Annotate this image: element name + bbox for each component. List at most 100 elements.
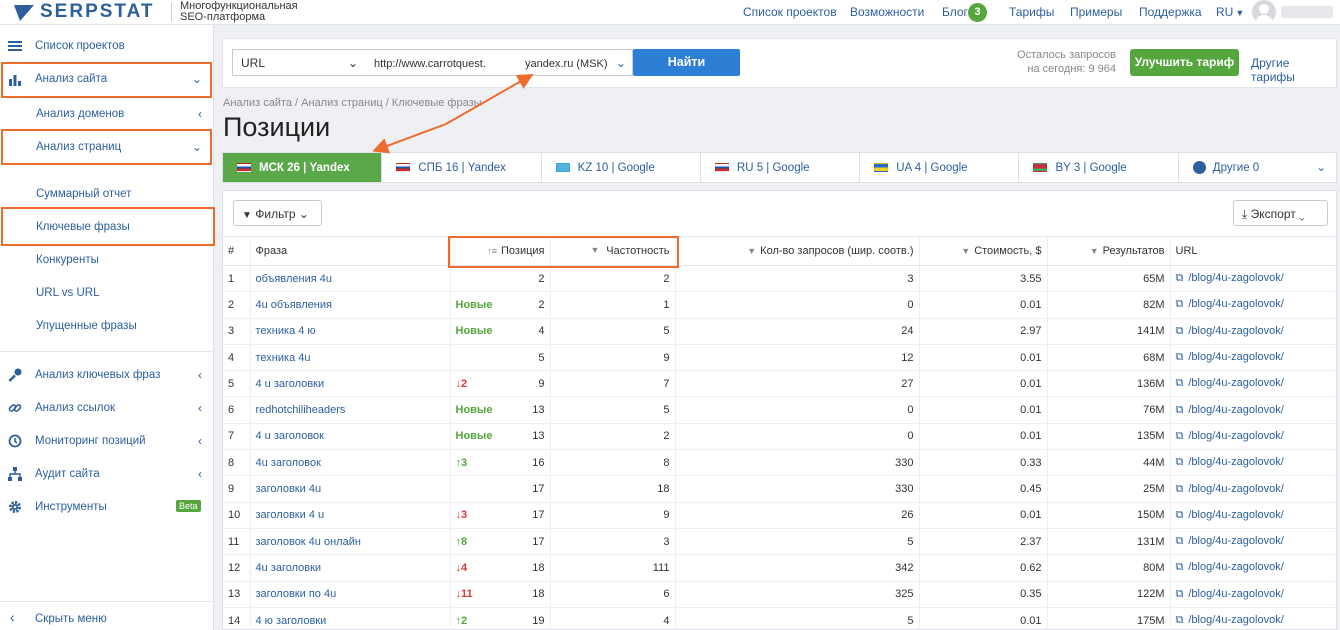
find-button[interactable]: Найти [633, 49, 740, 76]
position-change: Новые [455, 430, 493, 443]
url-link[interactable]: ⧉ /blog/4u-zagolovok/ [1170, 554, 1336, 582]
tab-ru-google[interactable]: RU 5 | Google [701, 153, 861, 182]
phrase-link[interactable]: 4 ю заголовки [250, 607, 451, 630]
url-link[interactable]: ⧉ /blog/4u-zagolovok/ [1170, 607, 1336, 630]
language-select[interactable]: RU ▼ [1216, 5, 1244, 19]
row-number: 9 [223, 475, 251, 503]
beta-badge: Beta [176, 500, 201, 512]
other-plans-link[interactable]: Другие тарифы [1251, 56, 1336, 84]
chevron-down-icon: ▼ [1235, 8, 1245, 18]
sidebar-item-rank-tracker[interactable]: Мониторинг позиций ‹ [0, 424, 214, 457]
phrase-link[interactable]: заголовки по 4u [250, 581, 451, 608]
col-results[interactable]: ▼ Результатов [1047, 236, 1171, 266]
nav-features[interactable]: Возможности [850, 5, 924, 19]
sidebar-item-keyword-research[interactable]: Анализ ключевых фраз ‹ [0, 358, 214, 391]
gear-icon [8, 500, 22, 514]
tab-label: Другие 0 [1212, 161, 1260, 174]
tab-spb-yandex[interactable]: СПБ 16 | Yandex [382, 153, 542, 182]
tab-other[interactable]: Другие 0 ⌄ [1179, 153, 1336, 182]
username-placeholder[interactable] [1281, 6, 1333, 18]
avatar[interactable] [1252, 0, 1276, 24]
nav-blog[interactable]: Блог [942, 5, 968, 19]
row-number: 5 [223, 370, 251, 398]
phrase-link[interactable]: заголовки 4 u [250, 502, 451, 529]
url-link[interactable]: ⧉ /blog/4u-zagolovok/ [1170, 396, 1336, 424]
sidebar-item-site-analysis[interactable]: Анализ сайта ⌄ [0, 62, 214, 95]
url-link[interactable]: ⧉ /blog/4u-zagolovok/ [1170, 581, 1336, 608]
phrase-link[interactable]: техника 4u [250, 344, 451, 372]
sidebar-item-url-vs-url[interactable]: URL vs URL [0, 276, 214, 309]
col-position[interactable]: ↑≡ Позиция [450, 236, 551, 266]
tab-ua-google[interactable]: UA 4 | Google [860, 153, 1020, 182]
phrase-link[interactable]: объявления 4u [250, 265, 451, 293]
row-number: 12 [223, 554, 251, 582]
cost-cell: 0.01 [919, 502, 1048, 529]
nav-projects[interactable]: Список проектов [743, 5, 837, 19]
url-text: /blog/4u-zagolovok/ [1188, 324, 1284, 337]
phrase-link[interactable]: 4u заголовок [250, 449, 451, 477]
sidebar-item-tools[interactable]: Инструменты Beta [0, 490, 214, 523]
url-text: /blog/4u-zagolovok/ [1188, 587, 1284, 600]
url-link[interactable]: ⧉ /blog/4u-zagolovok/ [1170, 344, 1336, 372]
phrase-link[interactable]: заголовки 4u [250, 475, 451, 503]
breadcrumb[interactable]: Анализ сайта / Анализ страниц / Ключевые… [223, 97, 482, 109]
phrase-link[interactable]: техника 4 ю [250, 318, 451, 345]
url-text: /blog/4u-zagolovok/ [1188, 429, 1284, 442]
sort-icon: ▼ [961, 246, 971, 256]
table-row: 14 4 ю заголовки ↑2 19 4 5 0.01 175M ⧉ /blog/4u-z… [223, 607, 1336, 630]
sidebar-item-domain-analysis[interactable]: Анализ доменов ‹ [0, 97, 214, 130]
row-number: 1 [223, 265, 251, 293]
sidebar-item-label: Анализ ссылок [35, 401, 116, 414]
col-phrase[interactable]: Фраза [250, 236, 451, 266]
upgrade-plan-button[interactable]: Улучшить тариф [1130, 49, 1239, 76]
sidebar-item-projects[interactable]: Список проектов [0, 29, 214, 62]
sidebar-item-links[interactable]: Анализ ссылок ‹ [0, 391, 214, 424]
phrase-link[interactable]: 4u объявления [250, 291, 451, 319]
tab-msk-yandex[interactable]: МСК 26 | Yandex [223, 153, 383, 182]
position-change: ↓3 [455, 509, 468, 522]
logo[interactable]: SERPSTAT [14, 1, 155, 23]
nav-pricing[interactable]: Тарифы [1009, 5, 1054, 19]
url-link[interactable]: ⧉ /blog/4u-zagolovok/ [1170, 318, 1336, 345]
sidebar-item-competitors[interactable]: Конкуренты [0, 243, 214, 276]
phrase-link[interactable]: redhotchiliheaders [250, 396, 451, 424]
phrase-link[interactable]: 4u заголовки [250, 554, 451, 582]
col-cost[interactable]: ▼ Стоимость, $ [919, 236, 1048, 266]
sidebar-item-audit[interactable]: Аудит сайта ‹ [0, 457, 214, 490]
phrase-link[interactable]: 4 u заголовки [250, 370, 451, 398]
url-link[interactable]: ⧉ /blog/4u-zagolovok/ [1170, 423, 1336, 451]
tab-label: RU 5 | Google [736, 161, 810, 174]
url-link[interactable]: ⧉ /blog/4u-zagolovok/ [1170, 291, 1336, 319]
url-link[interactable]: ⧉ /blog/4u-zagolovok/ [1170, 370, 1336, 398]
sidebar-item-page-analysis[interactable]: Анализ страниц ⌄ [0, 130, 214, 163]
sidebar-item-summary[interactable]: Суммарный отчет [0, 177, 214, 210]
list-icon [8, 39, 22, 53]
kazakhstan-flag-icon [555, 163, 570, 172]
nav-examples[interactable]: Примеры [1070, 5, 1122, 19]
url-link[interactable]: ⧉ /blog/4u-zagolovok/ [1170, 502, 1336, 529]
col-frequency[interactable]: ▼ Частотность [550, 236, 676, 266]
url-link[interactable]: ⧉ /blog/4u-zagolovok/ [1170, 265, 1336, 293]
search-engine-select[interactable]: yandex.ru (MSK) ⌄ [517, 49, 633, 76]
tab-kz-google[interactable]: KZ 10 | Google [542, 153, 701, 182]
table-row: 54 u заголовки ↓2 9 7 27 0.01 136M ⧉ /blog/4u-za… [223, 370, 1336, 398]
sidebar-item-keywords[interactable]: Ключевые фразы [0, 210, 214, 243]
nav-support[interactable]: Поддержка [1139, 5, 1202, 19]
sidebar-hide-menu[interactable]: ‹ Скрыть меню [0, 602, 214, 630]
url-link[interactable]: ⧉ /blog/4u-zagolovok/ [1170, 475, 1336, 503]
phrase-link[interactable]: 4 u заголовок [250, 423, 451, 451]
url-link[interactable]: ⧉ /blog/4u-zagolovok/ [1170, 528, 1336, 556]
position-value: 2 [538, 272, 545, 285]
export-button[interactable]: ⤓ Экспорт ⌄ [1233, 200, 1328, 226]
frequency-cell: 1 [550, 291, 676, 319]
tab-by-google[interactable]: BY 3 | Google [1019, 153, 1179, 182]
search-type-select[interactable]: URL ⌄ [232, 49, 367, 76]
col-broad-queries[interactable]: ▼ Кол-во запросов (шир. соотв.) [675, 236, 920, 266]
url-link[interactable]: ⧉ /blog/4u-zagolovok/ [1170, 449, 1336, 477]
position-value: 16 [532, 456, 545, 469]
phrase-link[interactable]: заголовок 4u онлайн [250, 528, 451, 556]
sidebar-divider [0, 351, 214, 352]
filter-button[interactable]: ▼ Фильтр ⌄ [233, 200, 322, 226]
sidebar-item-missed-phrases[interactable]: Упущенные фразы [0, 309, 214, 342]
search-input[interactable]: http://www.carrotquest. [366, 49, 518, 76]
